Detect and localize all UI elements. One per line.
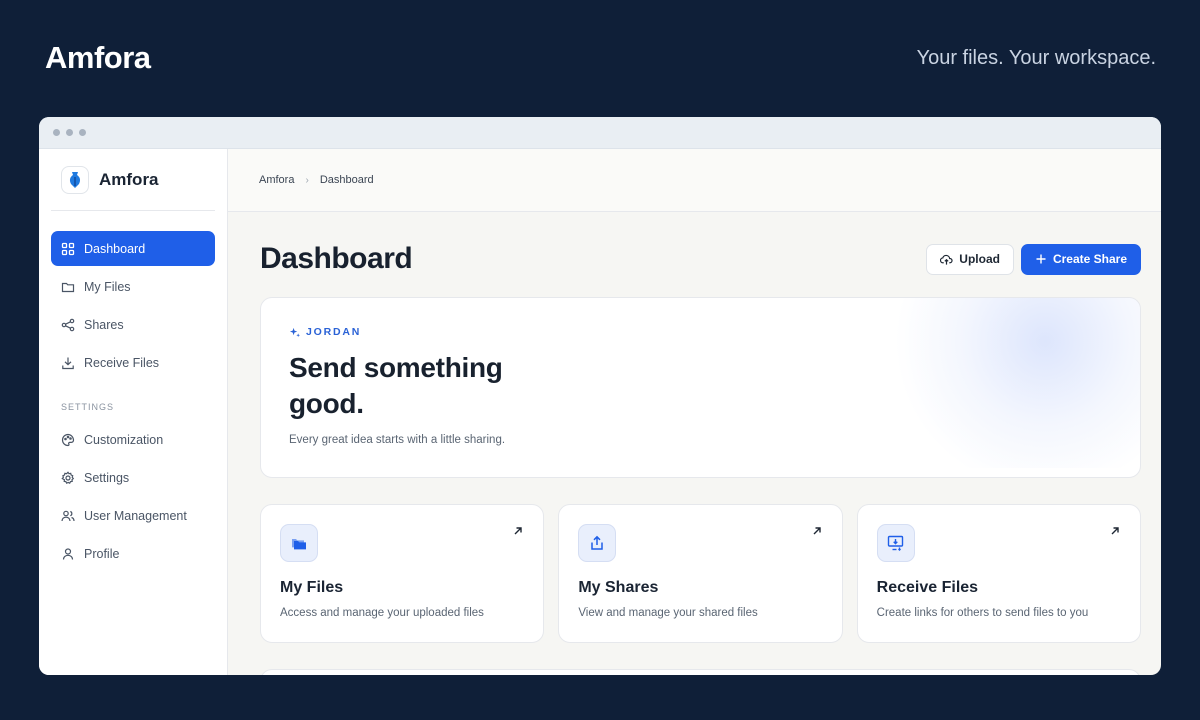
app-window: Amfora Dashboard My Files Shares Receive… bbox=[39, 117, 1161, 675]
tagline: Your files. Your workspace. bbox=[916, 47, 1156, 69]
sidebar-nav: Dashboard My Files Shares Receive Files … bbox=[51, 231, 215, 571]
breadcrumb: Amfora › Dashboard bbox=[228, 149, 1161, 212]
card-title: My Files bbox=[280, 579, 344, 596]
sidebar-brand-name: Amfora bbox=[99, 169, 159, 189]
breadcrumb-item-dashboard: Dashboard bbox=[319, 174, 374, 186]
sidebar-item-shares[interactable]: Shares bbox=[51, 307, 215, 342]
sidebar-item-receive-files[interactable]: Receive Files bbox=[51, 345, 215, 380]
quick-action-cards: My Files Access and manage your uploaded… bbox=[260, 504, 1141, 643]
folder-icon bbox=[61, 282, 75, 292]
sidebar-item-label: Settings bbox=[84, 470, 130, 485]
share-icon bbox=[61, 318, 75, 331]
upload-button[interactable]: Upload bbox=[926, 243, 1014, 275]
plus-icon bbox=[1036, 254, 1046, 264]
palette-icon bbox=[61, 433, 75, 446]
user-icon bbox=[62, 547, 74, 560]
main-content: Amfora › Dashboard Dashboard Upload Crea… bbox=[228, 149, 1161, 675]
sidebar-item-label: Dashboard bbox=[84, 241, 146, 256]
banner-subtitle: Every great idea starts with a little sh… bbox=[289, 434, 506, 446]
sidebar-item-label: My Files bbox=[84, 279, 131, 294]
chevron-right-icon: › bbox=[305, 174, 309, 186]
folders-icon bbox=[280, 524, 318, 562]
sidebar-item-user-management[interactable]: User Management bbox=[51, 498, 215, 533]
monitor-download-icon bbox=[876, 524, 915, 562]
sidebar-item-profile[interactable]: Profile bbox=[51, 536, 215, 571]
amfora-logo-icon bbox=[61, 165, 89, 194]
sidebar-item-label: User Management bbox=[84, 508, 187, 523]
users-icon bbox=[61, 510, 75, 521]
create-share-button-label: Create Share bbox=[1052, 252, 1127, 266]
grid-icon bbox=[61, 242, 75, 255]
banner-kicker-text: JORDAN bbox=[306, 326, 362, 338]
banner-title: Send something good. bbox=[289, 352, 503, 419]
sidebar-item-label: Shares bbox=[84, 317, 124, 332]
breadcrumb-item-amfora[interactable]: Amfora bbox=[259, 174, 294, 186]
card-my-files[interactable]: My Files Access and manage your uploaded… bbox=[260, 504, 545, 643]
create-share-button[interactable]: Create Share bbox=[1020, 243, 1141, 275]
sidebar: Amfora Dashboard My Files Shares Receive… bbox=[39, 149, 228, 675]
card-receive-files[interactable]: Receive Files Create links for others to… bbox=[856, 504, 1141, 643]
page-title: Dashboard bbox=[260, 242, 413, 275]
download-icon bbox=[62, 357, 74, 369]
arrow-up-right-icon bbox=[514, 527, 523, 535]
sidebar-item-my-files[interactable]: My Files bbox=[51, 269, 215, 304]
card-title: My Shares bbox=[578, 579, 659, 596]
sidebar-item-dashboard[interactable]: Dashboard bbox=[51, 231, 215, 266]
sparkle-icon bbox=[289, 327, 300, 337]
settings-section-label: SETTINGS bbox=[61, 402, 115, 412]
header-actions: Upload Create Share bbox=[926, 243, 1141, 275]
brand-title: Amfora bbox=[45, 40, 151, 75]
arrow-up-right-icon bbox=[813, 527, 821, 535]
card-my-shares[interactable]: My Shares View and manage your shared fi… bbox=[558, 504, 843, 643]
arrow-up-right-icon bbox=[1111, 527, 1119, 535]
card-description: View and manage your shared files bbox=[578, 607, 758, 619]
share-upload-icon bbox=[578, 524, 617, 562]
banner-kicker: JORDAN bbox=[289, 326, 1112, 338]
cloud-upload-icon bbox=[940, 254, 953, 265]
card-description: Create links for others to send files to… bbox=[876, 607, 1089, 619]
card-title: Receive Files bbox=[876, 579, 979, 596]
card-description: Access and manage your uploaded files bbox=[280, 607, 484, 619]
section-card-peek bbox=[260, 669, 1141, 675]
upload-button-label: Upload bbox=[959, 252, 1000, 266]
sidebar-item-label: Customization bbox=[84, 432, 164, 447]
window-dot bbox=[79, 129, 86, 136]
sidebar-brand[interactable]: Amfora bbox=[51, 149, 215, 211]
window-dot bbox=[66, 129, 73, 136]
gear-icon bbox=[61, 470, 75, 484]
window-titlebar bbox=[39, 117, 1161, 149]
welcome-banner: JORDAN Send something good. Every great … bbox=[260, 297, 1141, 478]
sidebar-item-settings[interactable]: Settings bbox=[51, 460, 215, 495]
sidebar-item-customization[interactable]: Customization bbox=[51, 422, 215, 457]
sidebar-item-label: Receive Files bbox=[84, 355, 160, 370]
window-dot bbox=[53, 129, 60, 136]
sidebar-item-label: Profile bbox=[84, 546, 120, 561]
